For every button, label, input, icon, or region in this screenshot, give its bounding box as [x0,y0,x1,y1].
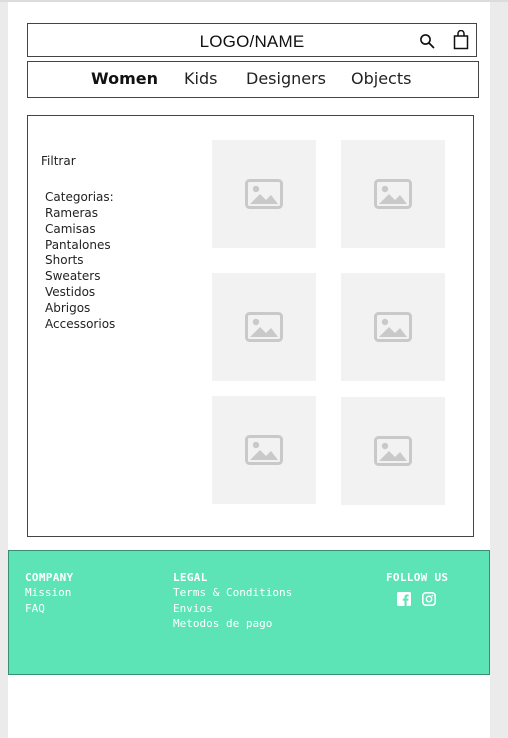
footer-follow-heading: FOLLOW US [386,571,449,584]
nav-item-kids[interactable]: Kids [184,69,217,88]
category-item[interactable]: Sweaters [45,269,115,285]
nav-item-designers[interactable]: Designers [246,69,326,88]
shopping-bag-icon[interactable] [453,29,469,55]
footer-legal-heading: LEGAL [173,571,208,584]
product-card[interactable] [341,273,445,381]
product-card[interactable] [341,140,445,248]
image-placeholder-icon [374,312,412,342]
product-card[interactable] [212,396,316,504]
category-item[interactable]: Pantalones [45,238,115,254]
catalog-section: Filtrar Categorias: Rameras Camisas Pant… [27,115,474,537]
image-placeholder-icon [374,179,412,209]
nav-item-women[interactable]: Women [91,69,158,88]
filter-title[interactable]: Filtrar [41,154,76,168]
product-card[interactable] [212,273,316,381]
instagram-icon[interactable] [422,591,436,606]
category-item[interactable]: Shorts [45,253,115,269]
footer-link-envios[interactable]: Envios [173,602,213,615]
product-card[interactable] [212,140,316,248]
category-item[interactable]: Vestidos [45,285,115,301]
category-item[interactable]: Rameras [45,206,115,222]
footer-link-faq[interactable]: FAQ [25,602,45,615]
facebook-icon[interactable] [397,591,411,606]
header-bar: LOGO/NAME [27,23,477,57]
page: LOGO/NAME Women Kids Designers Objects F… [8,2,490,738]
image-placeholder-icon [245,312,283,342]
category-item[interactable]: Camisas [45,222,115,238]
footer-company-heading: COMPANY [25,571,74,584]
image-placeholder-icon [245,179,283,209]
site-footer: COMPANY Mission FAQ LEGAL Terms & Condit… [8,550,490,675]
footer-link-metodos-de-pago[interactable]: Metodos de pago [173,617,272,630]
product-card[interactable] [341,397,445,505]
search-icon[interactable] [419,33,435,54]
image-placeholder-icon [374,436,412,466]
categories-heading: Categorias: [45,190,114,204]
nav-item-objects[interactable]: Objects [351,69,411,88]
footer-link-terms[interactable]: Terms & Conditions [173,586,292,599]
category-item[interactable]: Accessorios [45,317,115,333]
main-nav: Women Kids Designers Objects [27,61,479,98]
category-item[interactable]: Abrigos [45,301,115,317]
category-list: Rameras Camisas Pantalones Shorts Sweate… [45,206,115,332]
logo[interactable]: LOGO/NAME [28,32,476,52]
footer-link-mission[interactable]: Mission [25,586,71,599]
image-placeholder-icon [245,435,283,465]
